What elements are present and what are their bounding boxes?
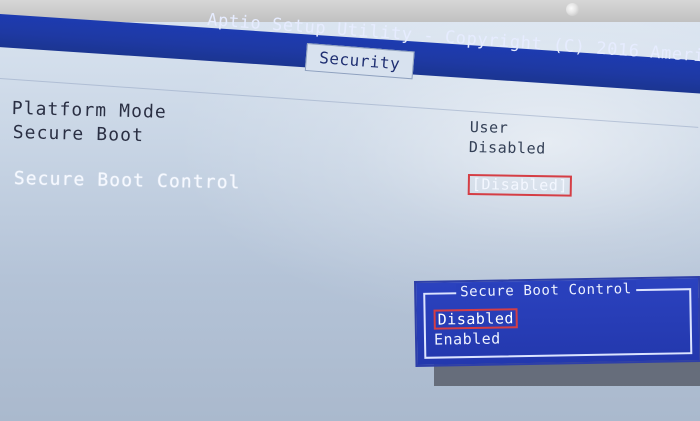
bios-screen: Aptio Setup Utility - Copyright (C) 2016… [0,0,700,421]
secure-boot-value: Disabled [468,138,547,158]
popup-title: Secure Boot Control [456,281,636,301]
secure-boot-control-label[interactable]: Secure Boot Control [14,168,241,193]
secure-boot-control-popup[interactable]: Secure Boot Control Disabled Enabled [414,276,700,367]
secure-boot-control-value[interactable]: [Disabled] [467,174,573,197]
platform-mode-value: User [469,118,509,137]
platform-mode-label: Platform Mode [11,98,168,123]
popup-option-disabled[interactable]: Disabled [433,308,519,330]
popup-option-enabled[interactable]: Enabled [434,329,501,348]
secure-boot-label: Secure Boot [12,122,145,147]
monitor-bezel [0,0,700,22]
webcam [566,3,579,16]
